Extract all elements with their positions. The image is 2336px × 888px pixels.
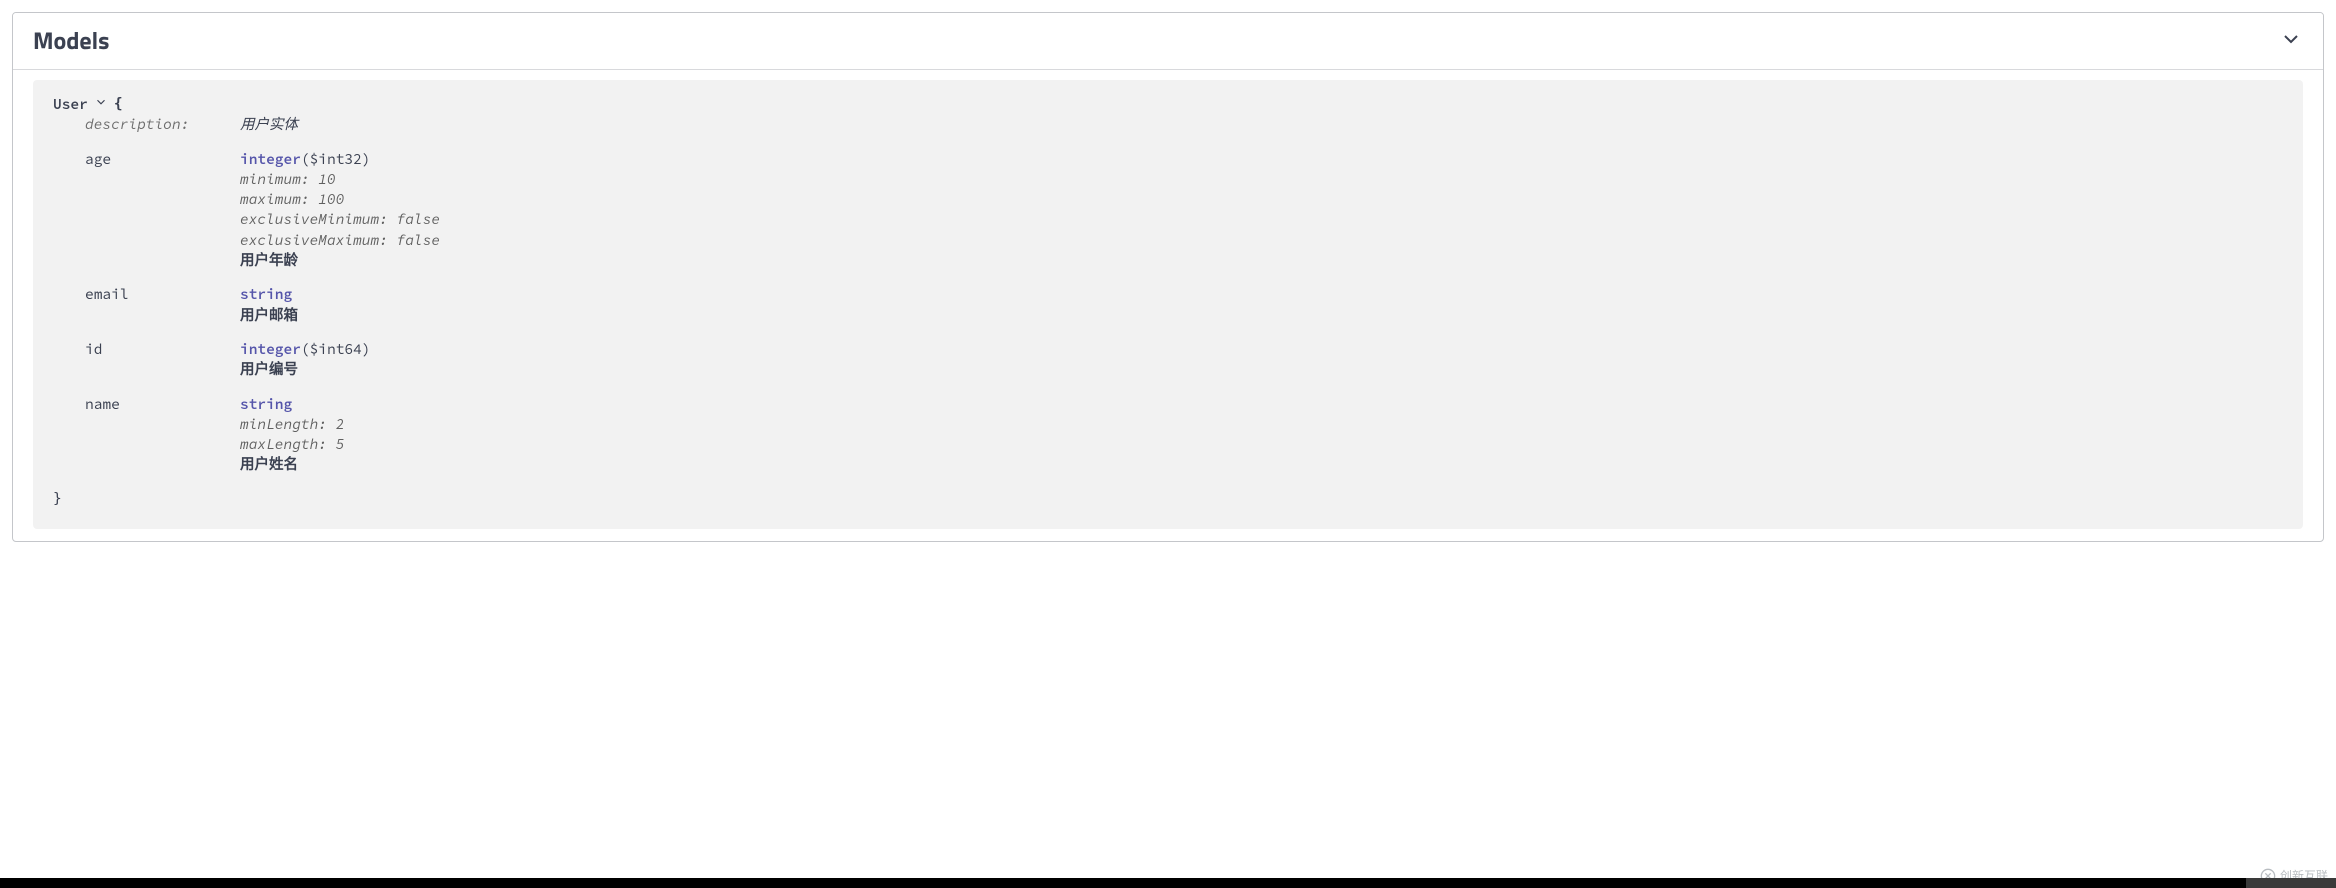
prop-type-id: integer	[240, 340, 301, 358]
prop-type-name: string	[240, 395, 292, 413]
chevron-down-icon	[2279, 27, 2303, 55]
prop-key-id: id	[85, 339, 240, 359]
id-desc: 用户编号	[240, 359, 2283, 379]
age-desc: 用户年龄	[240, 250, 2283, 270]
prop-key-name: name	[85, 394, 240, 414]
prop-key-email: email	[85, 284, 240, 304]
models-panel: Models User { description: 用户实体 age	[12, 12, 2324, 542]
prop-row-id: id integer($int64) 用户编号	[85, 339, 2283, 380]
prop-row-name: name string minLength: 2 maxLength: 5 用户…	[85, 394, 2283, 475]
description-row: description: 用户实体	[85, 114, 2283, 134]
age-minimum: minimum: 10	[240, 169, 2283, 189]
age-excl-max: exclusiveMaximum: false	[240, 230, 2283, 250]
open-brace: {	[114, 94, 123, 114]
prop-format-id: ($int64)	[301, 340, 371, 358]
name-max-len: maxLength: 5	[240, 434, 2283, 454]
description-value: 用户实体	[240, 115, 298, 133]
models-title: Models	[33, 23, 109, 59]
prop-row-age: age integer($int32) minimum: 10 maximum:…	[85, 149, 2283, 271]
age-excl-min: exclusiveMinimum: false	[240, 209, 2283, 229]
models-header[interactable]: Models	[13, 13, 2323, 70]
model-inner: description: 用户实体 age integer($int32) mi…	[53, 114, 2283, 474]
email-desc: 用户邮箱	[240, 305, 2283, 325]
prop-format-age: ($int32)	[301, 150, 371, 168]
prop-type-email: string	[240, 285, 292, 303]
prop-type-age: integer	[240, 150, 301, 168]
model-box-user: User { description: 用户实体 age integer($in…	[33, 80, 2303, 529]
close-brace: }	[53, 489, 2283, 509]
name-min-len: minLength: 2	[240, 414, 2283, 434]
chevron-down-icon	[94, 94, 108, 114]
bottom-bar	[0, 878, 2336, 888]
model-name: User	[53, 94, 88, 114]
age-maximum: maximum: 100	[240, 189, 2283, 209]
models-body: User { description: 用户实体 age integer($in…	[13, 80, 2323, 541]
description-label: description:	[85, 114, 240, 134]
prop-key-age: age	[85, 149, 240, 169]
prop-row-email: email string 用户邮箱	[85, 284, 2283, 325]
name-desc: 用户姓名	[240, 454, 2283, 474]
model-title-row[interactable]: User {	[53, 94, 2283, 114]
